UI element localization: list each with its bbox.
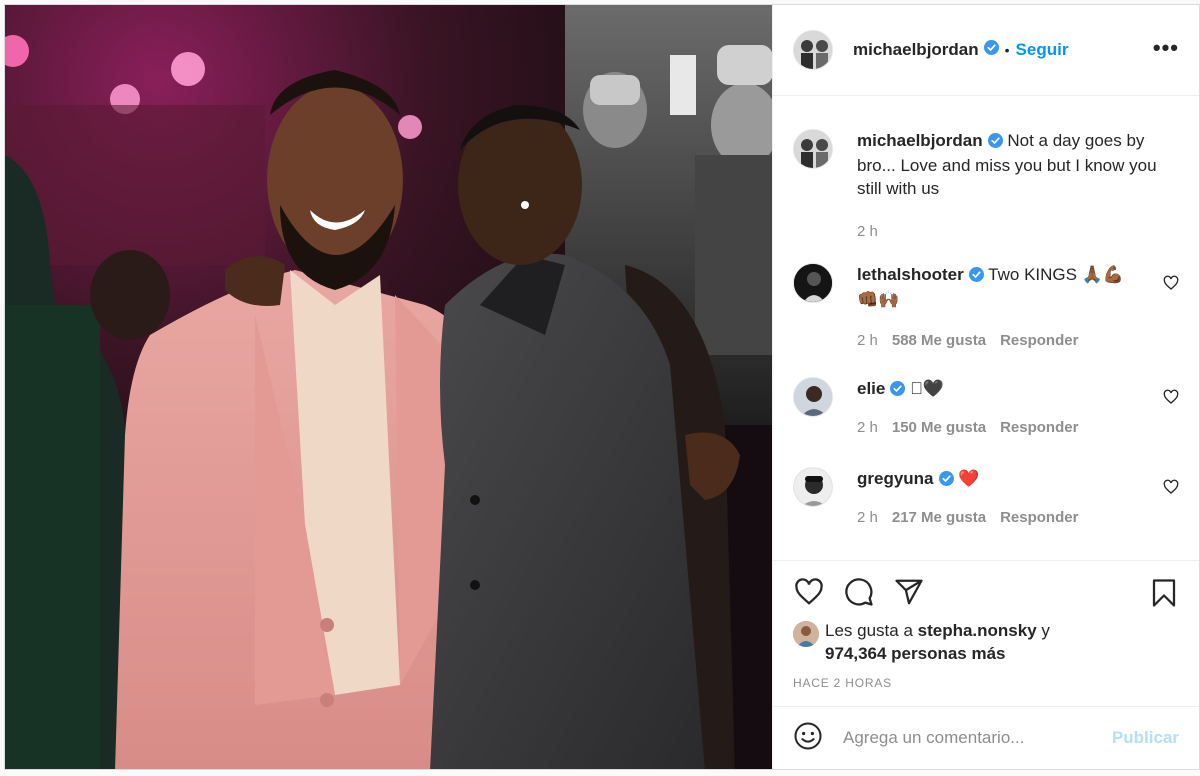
author-avatar[interactable] [793, 30, 833, 70]
comments-list[interactable]: michaelbjordan Not a day goes by bro... … [773, 97, 1199, 559]
share-paper-plane-icon[interactable] [893, 577, 925, 612]
comment-item: gregyuna ❤️ 2 h 217 Me gusta Responder [793, 467, 1179, 529]
likes-joiner: y [1036, 621, 1050, 640]
comment-avatar[interactable] [793, 467, 833, 507]
verified-badge-icon [983, 40, 999, 60]
reply-button[interactable]: Responder [1000, 332, 1078, 349]
comment-body: elie 🏾🖤 2 h 150 Me gusta Responder [857, 377, 1137, 439]
comment-avatar[interactable] [793, 263, 833, 303]
comment-time[interactable]: 2 h [857, 332, 878, 349]
comment-avatar[interactable] [793, 377, 833, 417]
like-comment-heart-icon[interactable] [1163, 389, 1179, 410]
caption-time[interactable]: 2 h [857, 223, 878, 240]
avatar-image [793, 621, 819, 647]
caption-body: michaelbjordan Not a day goes by bro... … [857, 129, 1157, 243]
post-actions: Les gusta a stepha.nonsky y 974,364 pers… [773, 560, 1199, 721]
comment-input[interactable] [841, 727, 1112, 749]
header-separator: • [1004, 42, 1010, 58]
verified-badge-icon [890, 379, 906, 402]
likes-summary: Les gusta a stepha.nonsky y 974,364 pers… [793, 619, 1179, 665]
comment-likes[interactable]: 217 Me gusta [892, 509, 986, 526]
post-header: michaelbjordan • Seguir ••• [773, 5, 1199, 96]
comment-body: lethalshooter Two KINGS 🙏🏾💪🏾👊🏾🙌🏾 2 h 588 … [857, 263, 1137, 352]
comment-body: gregyuna ❤️ 2 h 217 Me gusta Responder [857, 467, 1137, 529]
verified-badge-icon [968, 265, 984, 288]
likes-prefix: Les gusta a [825, 621, 918, 640]
emoji-smiley-icon[interactable] [793, 721, 823, 756]
like-comment-heart-icon[interactable] [1163, 275, 1179, 296]
caption: michaelbjordan Not a day goes by bro... … [793, 129, 1179, 243]
comment-meta: 2 h 217 Me gusta Responder [857, 506, 1137, 529]
comment-meta: 2 h 150 Me gusta Responder [857, 416, 1137, 439]
photo-illustration [5, 5, 772, 769]
avatar-image [794, 468, 832, 506]
comment-username[interactable]: elie [857, 379, 885, 398]
comment-item: lethalshooter Two KINGS 🙏🏾💪🏾👊🏾🙌🏾 2 h 588 … [793, 263, 1179, 352]
comment-time[interactable]: 2 h [857, 419, 878, 436]
avatar-image [794, 31, 832, 69]
avatar-image [794, 378, 832, 416]
comment-username[interactable]: lethalshooter [857, 265, 964, 284]
comment-username[interactable]: gregyuna [857, 469, 934, 488]
more-options-icon[interactable]: ••• [1153, 37, 1179, 59]
post-timestamp[interactable]: HACE 2 HORAS [793, 676, 892, 690]
caption-meta: 2 h [857, 220, 1157, 243]
reply-button[interactable]: Responder [1000, 419, 1078, 436]
like-comment-heart-icon[interactable] [1163, 479, 1179, 500]
liker-username[interactable]: stepha.nonsky [918, 621, 1037, 640]
reply-button[interactable]: Responder [1000, 509, 1078, 526]
comment-text: ❤️ [958, 469, 980, 488]
comment-text: 🏾🖤 [922, 379, 945, 398]
add-comment-bar: Publicar [773, 706, 1199, 769]
verified-badge-icon [938, 469, 954, 492]
avatar-image [794, 264, 832, 302]
caption-username[interactable]: michaelbjordan [857, 131, 983, 150]
comment-time[interactable]: 2 h [857, 509, 878, 526]
save-bookmark-icon[interactable] [1149, 577, 1179, 614]
verified-badge-icon [987, 131, 1003, 154]
likes-text: Les gusta a stepha.nonsky y [825, 619, 1179, 642]
liker-avatar[interactable] [793, 621, 819, 647]
post-dialog: michaelbjordan • Seguir ••• michaelbjord… [4, 4, 1200, 770]
author-username[interactable]: michaelbjordan [853, 40, 979, 60]
likes-count[interactable]: 974,364 personas más [825, 644, 1006, 663]
comment-bubble-icon[interactable] [843, 577, 875, 612]
publish-button[interactable]: Publicar [1112, 728, 1179, 748]
follow-button[interactable]: Seguir [1016, 40, 1069, 60]
post-side-panel: michaelbjordan • Seguir ••• michaelbjord… [772, 5, 1199, 769]
like-heart-icon[interactable] [793, 577, 825, 612]
comment-likes[interactable]: 150 Me gusta [892, 419, 986, 436]
comment-item: elie 🏾🖤 2 h 150 Me gusta Responder [793, 377, 1179, 439]
comment-likes[interactable]: 588 Me gusta [892, 332, 986, 349]
post-image[interactable] [5, 5, 772, 769]
comment-meta: 2 h 588 Me gusta Responder [857, 329, 1137, 352]
avatar-image [794, 130, 832, 168]
action-icons [793, 575, 1179, 609]
caption-avatar[interactable] [793, 129, 833, 169]
